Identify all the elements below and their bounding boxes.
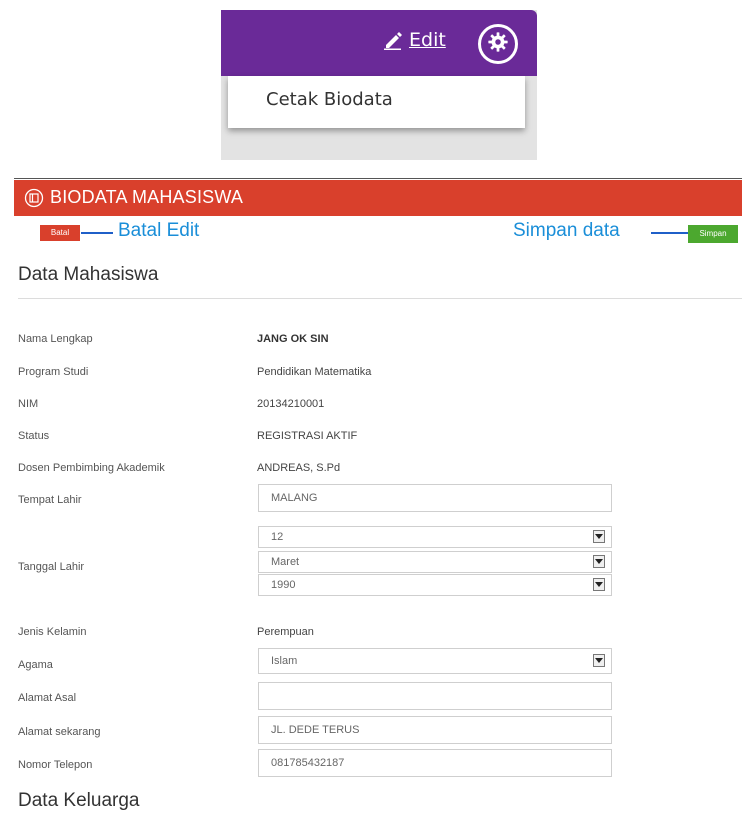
month-select[interactable]: Maret — [258, 551, 612, 573]
settings-menu-snippet: Edit Cetak Biodata — [221, 10, 537, 160]
panel-header: BIODATA MAHASISWA — [14, 180, 742, 216]
menu-item-cetak-biodata[interactable]: Cetak Biodata — [266, 89, 393, 110]
label-dosen: Dosen Pembimbing Akademik — [18, 462, 165, 474]
label-alamat-sekarang: Alamat sekarang — [18, 726, 101, 738]
value-nama: JANG OK SIN — [257, 333, 329, 345]
month-select-value: Maret — [271, 556, 300, 568]
section-divider — [18, 298, 742, 299]
pencil-icon — [383, 30, 403, 50]
value-dosen: ANDREAS, S.Pd — [257, 462, 341, 474]
label-jenis-kelamin: Jenis Kelamin — [18, 626, 87, 638]
chevron-down-icon — [593, 555, 605, 568]
value-nim: 20134210001 — [257, 398, 325, 410]
chevron-down-icon — [593, 654, 605, 667]
section-title-keluarga: Data Keluarga — [18, 790, 140, 811]
simpan-button[interactable]: Simpan — [688, 225, 738, 243]
day-select-value: 12 — [271, 531, 284, 543]
edit-label: Edit — [409, 29, 446, 51]
section-title-mahasiswa: Data Mahasiswa — [18, 264, 159, 285]
tempat-lahir-input[interactable] — [258, 484, 612, 512]
agama-select-value: Islam — [271, 655, 298, 667]
gear-icon — [487, 31, 509, 57]
alamat-sekarang-input[interactable] — [258, 716, 612, 744]
batal-button[interactable]: Batal — [40, 225, 80, 241]
label-status: Status — [18, 430, 50, 442]
panel-title: BIODATA MAHASISWA — [50, 187, 244, 207]
batal-callout: Batal Edit — [118, 220, 200, 241]
year-select-value: 1990 — [271, 579, 296, 591]
top-toolbar: Edit — [221, 10, 537, 76]
chevron-down-icon — [593, 578, 605, 591]
settings-dropdown: Cetak Biodata — [228, 76, 525, 128]
label-nama: Nama Lengkap — [18, 333, 93, 345]
batal-callout-line — [81, 232, 113, 234]
telepon-input[interactable] — [258, 749, 612, 777]
settings-button[interactable] — [478, 24, 518, 64]
value-status: REGISTRASI AKTIF — [257, 430, 358, 442]
simpan-callout-line — [651, 232, 688, 234]
chevron-down-icon — [593, 530, 605, 543]
label-tempat-lahir: Tempat Lahir — [18, 494, 82, 506]
label-tanggal-lahir: Tanggal Lahir — [18, 561, 85, 573]
day-select[interactable]: 12 — [258, 526, 612, 548]
label-telepon: Nomor Telepon — [18, 759, 93, 771]
edit-link[interactable]: Edit — [383, 29, 446, 51]
panel-divider — [14, 178, 742, 179]
label-agama: Agama — [18, 659, 53, 671]
alamat-asal-input[interactable] — [258, 682, 612, 710]
label-alamat-asal: Alamat Asal — [18, 692, 77, 704]
simpan-callout: Simpan data — [513, 220, 620, 241]
id-card-icon — [24, 188, 44, 208]
value-jenis-kelamin: Perempuan — [257, 626, 314, 638]
value-prodi: Pendidikan Matematika — [257, 366, 372, 378]
label-prodi: Program Studi — [18, 366, 89, 378]
year-select[interactable]: 1990 — [258, 574, 612, 596]
agama-select[interactable]: Islam — [258, 648, 612, 674]
label-nim: NIM — [18, 398, 39, 410]
